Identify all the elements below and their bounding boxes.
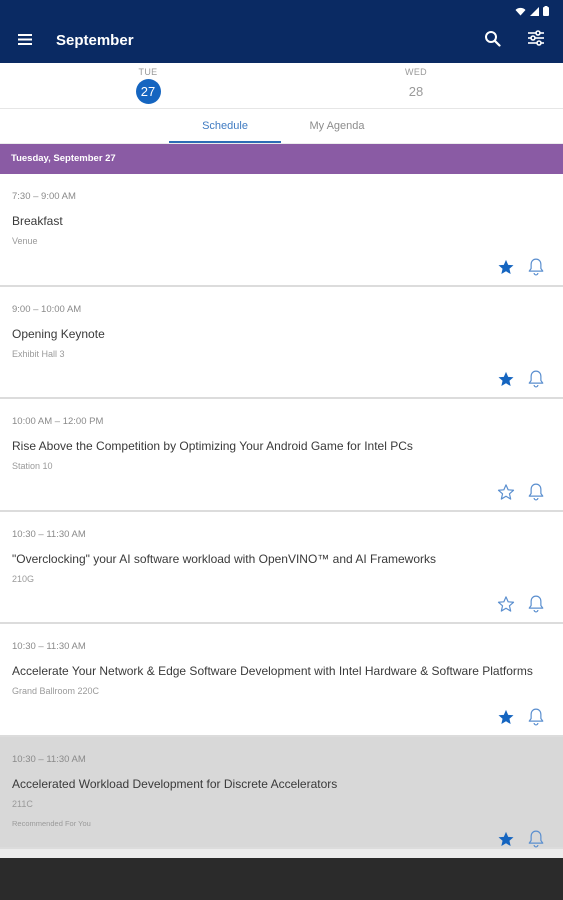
session-location: Station 10 <box>12 461 53 471</box>
session-card[interactable]: 10:30 – 11:30 AM "Overclocking" your AI … <box>0 511 563 624</box>
session-title: Accelerated Workload Development for Dis… <box>12 776 338 791</box>
session-card[interactable]: 10:30 – 11:30 AM Accelerated Workload De… <box>0 736 563 854</box>
bell-icon <box>527 482 545 507</box>
session-title: Rise Above the Competition by Optimizing… <box>12 439 413 453</box>
day-header: Tuesday, September 27 <box>0 144 563 174</box>
session-title: Opening Keynote <box>12 326 105 341</box>
app-bar: September <box>0 18 563 63</box>
session-title: "Overclocking" your AI software workload… <box>12 551 437 566</box>
bell-icon <box>527 257 545 282</box>
star-icon <box>497 370 515 393</box>
session-title: Breakfast <box>12 214 63 228</box>
star-button[interactable] <box>495 258 517 280</box>
star-icon <box>497 708 515 731</box>
tab-schedule[interactable]: Schedule <box>169 109 281 143</box>
date-wed-28[interactable]: WED 28 <box>386 67 446 104</box>
search-icon <box>484 30 501 52</box>
bell-icon <box>527 707 545 732</box>
star-icon <box>497 258 515 281</box>
session-time: 10:00 AM – 12:00 PM <box>12 416 104 427</box>
bell-icon <box>527 594 545 619</box>
filter-sliders-icon <box>527 29 545 52</box>
star-icon <box>497 595 515 618</box>
session-card[interactable]: 10:30 – 11:30 AM Accelerate Your Network… <box>0 624 563 737</box>
bell-icon <box>527 829 545 854</box>
session-title: Accelerate Your Network & Edge Software … <box>12 664 533 678</box>
session-location: 211C <box>12 798 33 809</box>
reminder-button[interactable] <box>525 594 547 619</box>
recommended-tag: Recommended For You <box>12 818 91 828</box>
session-location: Exhibit Hall 3 <box>12 348 65 359</box>
session-location: 210G <box>12 573 35 584</box>
session-card[interactable]: 9:00 – 10:00 AM Opening Keynote Exhibit … <box>0 286 563 399</box>
session-time: 9:00 – 10:00 AM <box>12 303 82 315</box>
date-tue-27[interactable]: TUE 27 <box>118 67 178 104</box>
status-bar <box>0 0 563 18</box>
filter-button[interactable] <box>519 24 553 58</box>
system-navigation-bar <box>0 858 563 900</box>
reminder-button[interactable] <box>525 829 547 854</box>
reminder-button[interactable] <box>525 708 547 730</box>
menu-icon <box>18 32 32 50</box>
date-number: 28 <box>408 84 424 99</box>
session-list: 7:30 – 9:00 AM Breakfast Venue 9:00 – 10… <box>0 174 563 849</box>
star-button[interactable] <box>495 596 517 618</box>
star-button[interactable] <box>495 371 517 393</box>
session-location: Grand Ballroom 220C <box>12 686 100 696</box>
star-button[interactable] <box>495 708 517 730</box>
session-time: 7:30 – 9:00 AM <box>12 191 76 202</box>
tab-bar: Schedule My Agenda <box>0 109 563 143</box>
date-day-of-week: TUE <box>138 67 158 77</box>
session-time: 10:30 – 11:30 AM <box>12 528 86 540</box>
date-day-of-week: WED <box>405 67 427 77</box>
session-location: Venue <box>12 236 38 246</box>
reminder-button[interactable] <box>525 369 547 394</box>
star-icon <box>497 483 515 506</box>
search-button[interactable] <box>475 24 509 58</box>
star-button[interactable] <box>495 483 517 505</box>
bell-icon <box>527 369 545 394</box>
session-card[interactable]: 7:30 – 9:00 AM Breakfast Venue <box>0 174 563 287</box>
session-time: 10:30 – 11:30 AM <box>12 753 86 765</box>
page-title: September <box>56 32 134 49</box>
date-selector: TUE 27 WED 28 <box>0 63 563 109</box>
session-time: 10:30 – 11:30 AM <box>12 641 86 652</box>
star-button[interactable] <box>495 831 517 853</box>
date-number: 27 <box>135 79 161 104</box>
session-card[interactable]: 10:00 AM – 12:00 PM Rise Above the Compe… <box>0 399 563 512</box>
star-icon <box>497 830 515 853</box>
reminder-button[interactable] <box>525 483 547 505</box>
tab-my-agenda[interactable]: My Agenda <box>281 109 393 143</box>
reminder-button[interactable] <box>525 258 547 280</box>
menu-button[interactable] <box>0 18 50 63</box>
